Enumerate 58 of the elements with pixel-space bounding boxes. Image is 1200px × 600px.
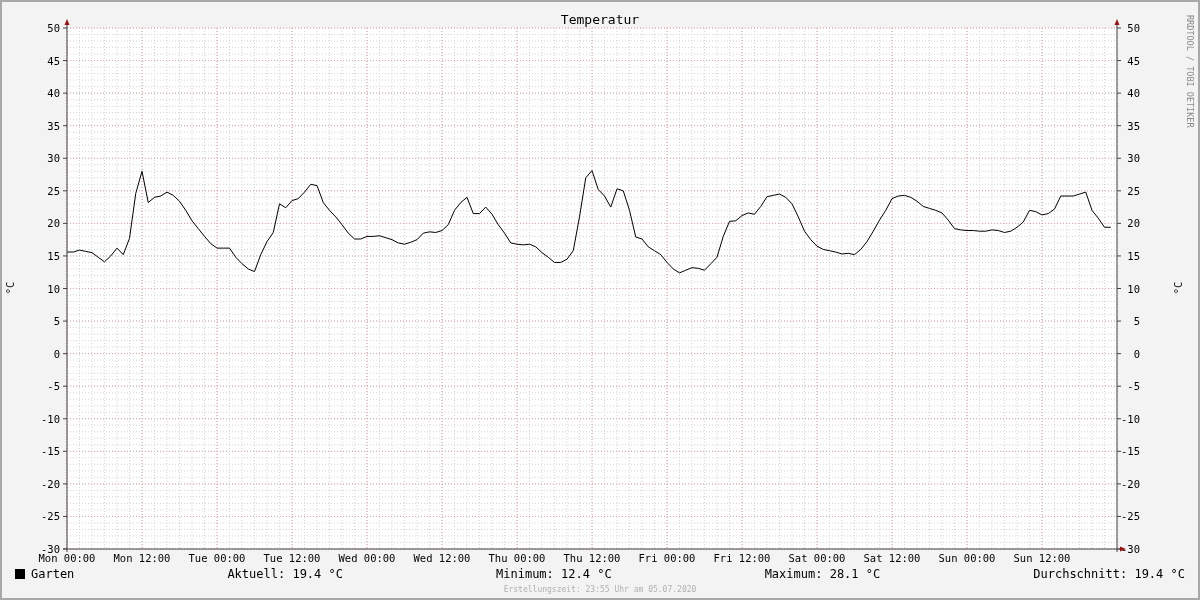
y-tick-label: -20	[41, 477, 60, 490]
y-tick-label: 40	[1127, 87, 1140, 100]
x-tick-label: Fri 00:00	[638, 552, 696, 564]
stat-value: Aktuell: 19.4 °C	[227, 567, 343, 581]
y-tick-label: 0	[53, 347, 60, 360]
y-tick-label: 50	[1127, 22, 1140, 34]
y-tick-label: 25	[1127, 184, 1140, 197]
chart-title: Temperatur	[560, 12, 640, 27]
y-tick-label: 25	[47, 184, 60, 197]
y-tick-label: 5	[1133, 315, 1140, 328]
x-tick-label: Sat 12:00	[863, 552, 921, 564]
y-tick-label: 10	[47, 282, 60, 295]
y-tick-label: -5	[47, 380, 60, 393]
stat-value: Durchschnitt: 19.4 °C	[1033, 567, 1185, 581]
y-tick-label: 10	[1127, 282, 1140, 295]
x-tick-label: Wed 00:00	[338, 552, 396, 564]
y-tick-label: -30	[1121, 543, 1140, 555]
y-tick-label: 40	[47, 87, 60, 100]
stat-value: Minimum: 12.4 °C	[496, 567, 612, 581]
x-tick-label: Fri 12:00	[713, 552, 771, 564]
y-tick-label: 35	[47, 119, 60, 132]
y-tick-label: -25	[1121, 510, 1140, 523]
y-tick-label: -10	[1121, 412, 1140, 425]
y-tick-label: 15	[47, 249, 60, 262]
stat-value: Maximum: 28.1 °C	[764, 567, 881, 581]
x-tick-label: Wed 12:00	[413, 552, 471, 564]
y-tick-label: 35	[1127, 119, 1140, 132]
y-tick-label: 20	[1127, 217, 1140, 230]
y-tick-label: 15	[1127, 249, 1140, 262]
y-tick-label: -15	[41, 445, 60, 458]
x-tick-label: Sun 00:00	[938, 552, 996, 564]
y-tick-label: 0	[1133, 347, 1140, 360]
y-tick-label: -30	[41, 543, 60, 555]
x-tick-label: Tue 12:00	[263, 552, 321, 564]
y-tick-label: -25	[41, 510, 60, 523]
y-tick-label: -10	[41, 412, 60, 425]
y-tick-label: 30	[47, 152, 60, 165]
x-tick-label: Thu 12:00	[563, 552, 621, 564]
x-tick-label: Sun 12:00	[1013, 552, 1071, 564]
x-tick-label: Thu 00:00	[488, 552, 546, 564]
x-tick-label: Sat 00:00	[788, 552, 846, 564]
watermark-text: RRDTOOL / TOBI OETIKER	[1185, 15, 1195, 128]
x-tick-label: Mon 00:00	[38, 552, 96, 564]
y-tick-label: 45	[1127, 54, 1140, 67]
y-tick-label: -5	[1127, 380, 1140, 393]
y-tick-label: 45	[47, 54, 60, 67]
legend-label: Garten	[31, 567, 75, 581]
y-axis-title: °C	[4, 281, 16, 295]
y-tick-label: -15	[1121, 445, 1140, 458]
y-axis-title: °C	[1172, 281, 1184, 295]
y-tick-label: -20	[1121, 477, 1140, 490]
x-tick-label: Mon 12:00	[113, 552, 171, 564]
y-tick-label: 30	[1127, 152, 1140, 165]
y-tick-label: 50	[47, 22, 60, 34]
x-tick-label: Tue 00:00	[188, 552, 246, 564]
y-tick-label: 20	[47, 217, 60, 230]
y-tick-label: 5	[53, 315, 60, 328]
creation-time-text: Erstellungszeit: 23:55 Uhr am 05.07.2020	[503, 585, 697, 594]
